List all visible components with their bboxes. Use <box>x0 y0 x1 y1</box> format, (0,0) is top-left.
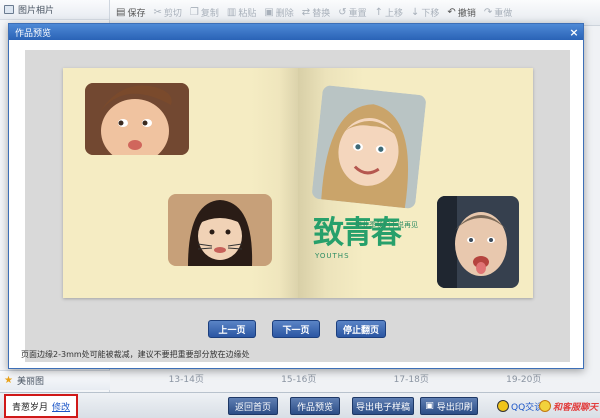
bottom-bar: 青葱岁月 修改 返回首页 作品预览 导出电子样稿 ▣ 导出印刷 QQ交谈 和客服… <box>0 392 600 418</box>
service-icon <box>539 400 551 412</box>
toolbar-item-label: 剪切 <box>163 9 182 19</box>
star-icon: ★ <box>4 375 13 386</box>
save-icon: ▤ <box>116 7 126 18</box>
redo-icon: ↷ <box>483 7 493 18</box>
stop-flip-button[interactable]: 停止翻页 <box>335 320 386 338</box>
photo-panel-header[interactable]: 图片相片 <box>0 0 109 20</box>
toolbar-replace-button[interactable]: ⇄ 替换 <box>302 6 330 19</box>
preview-button-label: 作品预览 <box>296 402 333 413</box>
spread-headline: 致青春 毕业季我们不说再见 YOUTHS <box>313 218 418 261</box>
page-thumb-label[interactable]: 13-14页 <box>169 372 204 386</box>
home-button[interactable]: 返回首页 <box>228 397 278 415</box>
home-button-label: 返回首页 <box>234 402 271 413</box>
prev-page-button[interactable]: 上一页 <box>207 320 256 338</box>
undo-icon: ↶ <box>447 7 456 18</box>
toolbar-item-label: 上移 <box>385 9 404 19</box>
dialog-title-bar[interactable]: 作品预览 × <box>9 24 583 40</box>
toolbar-copy-button[interactable]: ❐ 复制 <box>190 6 219 19</box>
photo-boy-top-left <box>85 83 189 155</box>
toolbar-item-label: 重做 <box>494 9 513 19</box>
preview-dialog: 作品预览 × 致青春 毕业季我们不说再见 YOUTHS 上一页 下一页 停止翻页… <box>8 23 584 369</box>
toolbar-paste-button[interactable]: ▥ 粘贴 <box>227 6 256 19</box>
up-icon: ↑ <box>374 7 383 18</box>
photo-boy-tongue-out <box>437 196 519 288</box>
toolbar-item-label: 复制 <box>200 9 219 19</box>
beauty-panel-header[interactable]: ★ 美丽图 <box>0 370 110 390</box>
toolbar-item-label: 粘贴 <box>238 9 257 19</box>
paste-icon: ▥ <box>226 7 237 18</box>
toolbar-item-label: 删除 <box>275 9 294 19</box>
headline-subtitle: 毕业季我们不说再见 <box>355 221 418 229</box>
replace-icon: ⇄ <box>301 7 311 18</box>
toolbar-redo-button[interactable]: ↷ 重做 <box>484 6 512 19</box>
page-thumb-label[interactable]: 19-20页 <box>506 372 541 386</box>
export-proof-button-label: 导出电子样稿 <box>356 402 411 413</box>
next-page-button[interactable]: 下一页 <box>271 320 320 338</box>
toolbar-up-button[interactable]: ↑ 上移 <box>375 6 403 19</box>
down-icon: ↓ <box>411 7 420 18</box>
toolbar-item-label: 保存 <box>127 9 146 19</box>
service-chat-label: 和客服聊天 <box>553 402 599 413</box>
cut-icon: ✂ <box>153 7 162 18</box>
qq-chat-button[interactable]: QQ交谈 <box>497 398 543 414</box>
toolbar-undo-button[interactable]: ↶ 撤销 <box>447 6 475 19</box>
toolbar-item-label: 撤销 <box>457 9 476 19</box>
beauty-panel-label: 美丽图 <box>16 377 44 387</box>
page-thumb-label[interactable]: 15-16页 <box>281 372 316 386</box>
book-spread: 致青春 毕业季我们不说再见 YOUTHS <box>63 68 533 298</box>
photo-panel-label: 图片相片 <box>18 6 55 16</box>
edit-project-link[interactable]: 修改 <box>52 400 70 413</box>
trim-warning-tip: 页面边缘2-3mm处可能被裁减，建议不要把重要部分放在边缘处 <box>21 350 250 359</box>
photo-girl-smiling <box>311 84 427 210</box>
page-thumbnail-labels: 13-14页 15-16页 17-18页 19-20页 <box>130 372 580 386</box>
project-name-box: 青葱岁月 修改 <box>4 394 78 418</box>
dialog-title: 作品预览 <box>15 28 52 39</box>
reset-icon: ↺ <box>338 7 347 18</box>
photo-girl-painted-whiskers <box>168 194 272 266</box>
printer-icon: ▣ <box>425 401 434 411</box>
export-proof-button[interactable]: 导出电子样稿 <box>352 397 414 415</box>
toolbar-item-label: 下移 <box>421 9 440 19</box>
toolbar-item-label: 重置 <box>348 9 367 19</box>
toolbar-cut-button[interactable]: ✂ 剪切 <box>153 6 181 19</box>
toolbar-reset-button[interactable]: ↺ 重置 <box>338 6 366 19</box>
service-chat-button[interactable]: 和客服聊天 <box>539 398 598 414</box>
page-thumb-label[interactable]: 17-18页 <box>394 372 429 386</box>
qq-penguin-icon <box>497 400 509 412</box>
preview-stage: 致青春 毕业季我们不说再见 YOUTHS <box>25 50 570 362</box>
page-nav-buttons: 上一页 下一页 停止翻页 <box>9 320 585 338</box>
project-name: 青葱岁月 <box>12 402 49 413</box>
close-icon[interactable]: × <box>567 25 581 39</box>
copy-icon: ❐ <box>189 7 199 18</box>
delete-icon: ▣ <box>264 7 274 18</box>
toolbar-item-label: 替换 <box>312 9 331 19</box>
export-print-button-label: 导出印刷 <box>436 402 473 413</box>
preview-button[interactable]: 作品预览 <box>290 397 340 415</box>
toolbar-down-button[interactable]: ↓ 下移 <box>411 6 439 19</box>
toolbar-delete-button[interactable]: ▣ 删除 <box>264 6 293 19</box>
headline-english: YOUTHS <box>315 252 350 260</box>
toolbar-save-button[interactable]: ▤ 保存 <box>116 6 145 19</box>
export-print-button[interactable]: ▣ 导出印刷 <box>420 397 478 415</box>
image-icon <box>4 5 14 14</box>
